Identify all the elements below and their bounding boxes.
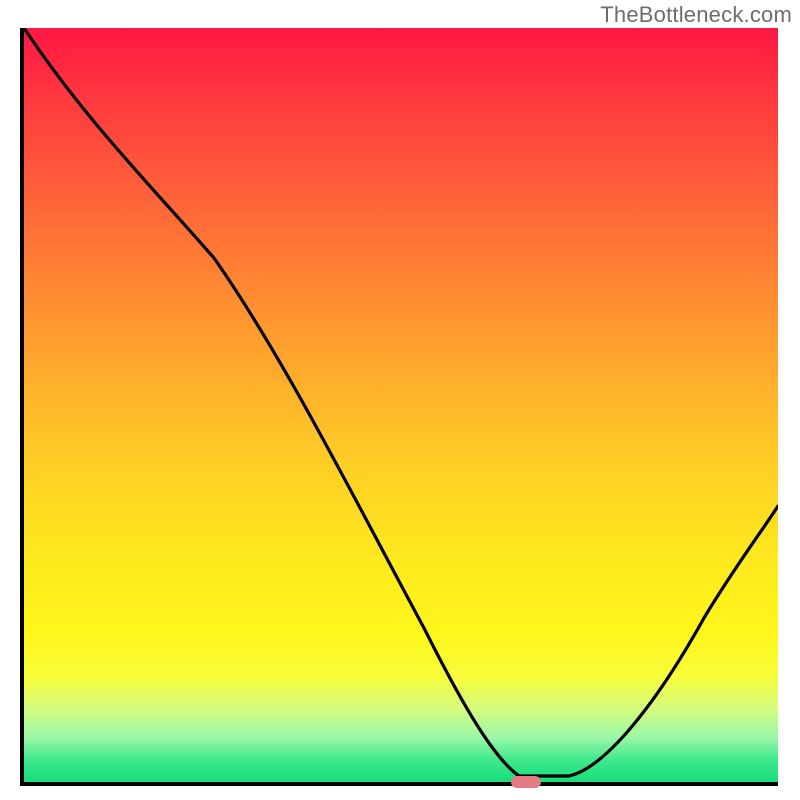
optimal-marker — [511, 776, 541, 788]
watermark-text: TheBottleneck.com — [600, 2, 792, 28]
chart-canvas: TheBottleneck.com — [0, 0, 800, 800]
severity-gradient — [24, 28, 778, 782]
plot-area — [20, 28, 778, 786]
